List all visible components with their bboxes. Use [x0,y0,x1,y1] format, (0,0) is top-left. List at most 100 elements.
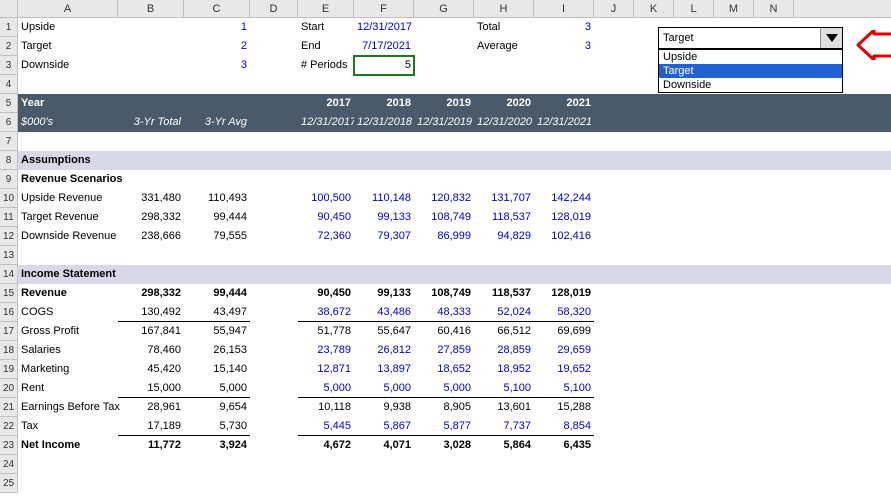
cell-F1[interactable]: 12/31/2017 [354,18,414,37]
cell-H1[interactable]: Total [474,18,534,37]
row-upside-rev[interactable]: Upside Revenue 331,480 110,493 100,500 1… [18,189,891,208]
row-3[interactable]: 3 [0,56,17,75]
row-18[interactable]: 18 [0,341,17,360]
cell-B2[interactable] [118,37,184,56]
cell-C1[interactable]: 1 [184,18,250,37]
cell-G2[interactable] [414,37,474,56]
col-G[interactable]: G [414,0,474,17]
col-M[interactable]: M [714,0,754,17]
tax-v4: 8,854 [534,417,594,436]
row-17[interactable]: 17 [0,322,17,341]
row-target-rev[interactable]: Target Revenue 298,332 99,444 90,450 99,… [18,208,891,227]
col-L[interactable]: L [674,0,714,17]
row-5[interactable]: 5 [0,94,17,113]
tax-label: Tax [18,417,118,436]
cell-E1[interactable]: Start [298,18,354,37]
cell-D1[interactable] [250,18,298,37]
cell-I2[interactable]: 3 [534,37,594,56]
select-all-corner[interactable] [0,0,18,17]
marketing-total: 45,420 [118,360,184,379]
chevron-down-icon [826,34,838,42]
scenario-dropdown[interactable]: Target [658,27,843,49]
cogs-v3: 52,024 [474,303,534,322]
col-N[interactable]: N [754,0,794,17]
row-6[interactable]: 6 [0,113,17,132]
cell-E2[interactable]: End [298,37,354,56]
cell-I3[interactable] [534,56,594,75]
row-25[interactable]: 25 [0,474,17,493]
cell-B1[interactable] [118,18,184,37]
row-24[interactable]: 24 [0,455,17,474]
row-22[interactable]: 22 [0,417,17,436]
row-10[interactable]: 10 [0,189,17,208]
rev-scenarios-label: Revenue Scenarios [18,170,218,189]
cell-C2[interactable]: 2 [184,37,250,56]
cell-A1[interactable]: Upside [18,18,118,37]
cell-I1[interactable]: 3 [534,18,594,37]
dropdown-opt-target[interactable]: Target [659,64,842,78]
cell-F2[interactable]: 7/17/2021 [354,37,414,56]
marketing-v1: 13,897 [354,360,414,379]
col-D[interactable]: D [250,0,298,17]
row-downside-rev[interactable]: Downside Revenue 238,666 79,555 72,360 7… [18,227,891,246]
cell-B3[interactable] [118,56,184,75]
row-15[interactable]: 15 [0,284,17,303]
marketing-label: Marketing [18,360,118,379]
col-J[interactable]: J [594,0,634,17]
row-8[interactable]: 8 [0,151,17,170]
cell-D3[interactable] [250,56,298,75]
row-7[interactable]: 7 [0,132,17,151]
row-2[interactable]: 2 [0,37,17,56]
row-12[interactable]: 12 [0,227,17,246]
cell-A2[interactable]: Target [18,37,118,56]
row-rent[interactable]: Rent 15,000 5,000 5,000 5,000 5,000 5,10… [18,379,891,398]
row-21[interactable]: 21 [0,398,17,417]
col-I[interactable]: I [534,0,594,17]
gross-avg: 55,947 [184,322,250,341]
year-2020: 2020 [474,94,534,113]
col-A[interactable]: A [18,0,118,17]
cell-E3[interactable]: # Periods [298,56,354,75]
row-cogs[interactable]: COGS 130,492 43,497 38,672 43,486 48,333… [18,303,891,322]
col-K[interactable]: K [634,0,674,17]
col-C[interactable]: C [184,0,250,17]
row-16[interactable]: 16 [0,303,17,322]
row-14[interactable]: 14 [0,265,17,284]
row-net[interactable]: Net Income 11,772 3,924 4,672 4,071 3,02… [18,436,891,455]
cell-grid[interactable]: Upside 1 Start 12/31/2017 Total 3 Target… [18,18,891,493]
cell-G1[interactable] [414,18,474,37]
row-marketing[interactable]: Marketing 45,420 15,140 12,871 13,897 18… [18,360,891,379]
cell-H3[interactable] [474,56,534,75]
year-2019: 2019 [414,94,474,113]
cell-D2[interactable] [250,37,298,56]
cell-F3-active[interactable]: 5 [354,56,414,75]
row-13[interactable]: 13 [0,246,17,265]
cell-G3[interactable] [414,56,474,75]
target-rev-v3: 118,537 [474,208,534,227]
row-19[interactable]: 19 [0,360,17,379]
row-revenue[interactable]: Revenue 298,332 99,444 90,450 99,133 108… [18,284,891,303]
dropdown-opt-downside[interactable]: Downside [659,78,842,92]
row-20[interactable]: 20 [0,379,17,398]
row-tax[interactable]: Tax 17,189 5,730 5,445 5,867 5,877 7,737… [18,417,891,436]
dropdown-opt-upside[interactable]: Upside [659,50,842,64]
row-9[interactable]: 9 [0,170,17,189]
cell-C3[interactable]: 3 [184,56,250,75]
row-ebt[interactable]: Earnings Before Tax 28,961 9,654 10,118 … [18,398,891,417]
row-gross[interactable]: Gross Profit 167,841 55,947 51,778 55,64… [18,322,891,341]
row-11[interactable]: 11 [0,208,17,227]
cell-H2[interactable]: Average [474,37,534,56]
row-salaries[interactable]: Salaries 78,460 26,153 23,789 26,812 27,… [18,341,891,360]
col-E[interactable]: E [298,0,354,17]
row-1[interactable]: 1 [0,18,17,37]
date-2019: 12/31/2019 [414,113,474,132]
row-23[interactable]: 23 [0,436,17,455]
col-F[interactable]: F [354,0,414,17]
col-B[interactable]: B [118,0,184,17]
row-4[interactable]: 4 [0,75,17,94]
dropdown-toggle[interactable] [820,28,842,48]
col-H[interactable]: H [474,0,534,17]
gross-total: 167,841 [118,322,184,341]
scenario-dropdown-list[interactable]: Upside Target Downside [658,49,843,93]
cell-A3[interactable]: Downside [18,56,118,75]
